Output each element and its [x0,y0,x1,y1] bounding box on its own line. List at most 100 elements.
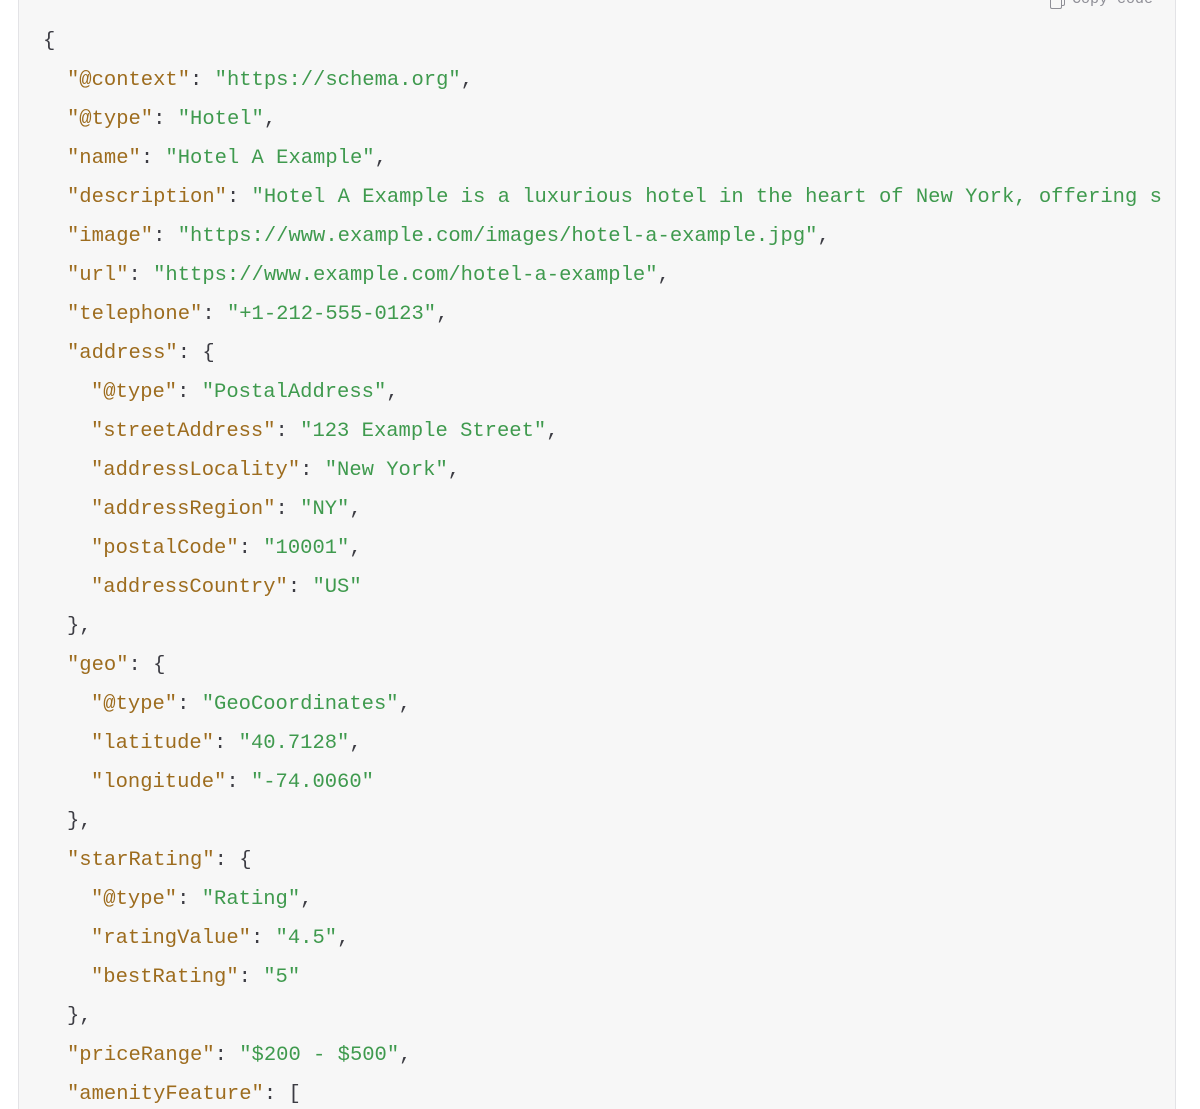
code-token-str: "Hotel A Example" [165,147,375,170]
code-token-punct: , [349,498,362,521]
code-token-punct: : [287,576,313,599]
code-line: "starRating": { [19,841,1175,880]
code-token-key: "addressCountry" [91,576,288,599]
code-token-str: "123 Example Street" [300,420,547,443]
code-token-punct: : [177,381,202,404]
code-token-key: "telephone" [67,303,203,326]
code-token-punct: }, [67,1005,92,1028]
code-token-punct: , [546,420,559,443]
code-token-str: "https://www.example.com/images/hotel-a-… [177,225,818,248]
code-token-punct: : [177,693,202,716]
code-token-punct: , [300,888,313,911]
code-token-punct: { [43,30,56,53]
code-token-punct: , [349,537,362,560]
code-token-punct: , [398,693,411,716]
code-token-key: "amenityFeature" [67,1083,264,1106]
code-token-punct: : [177,888,202,911]
code-token-punct: , [349,732,362,755]
code-token-key: "@context" [67,69,191,92]
code-line: "priceRange": "$200 - $500", [19,1036,1175,1075]
code-token-key: "addressRegion" [91,498,276,521]
code-line: "latitude": "40.7128", [19,724,1175,763]
code-line: "@type": "GeoCoordinates", [19,685,1175,724]
code-line: "name": "Hotel A Example", [19,139,1175,178]
code-token-punct: : [300,459,325,482]
code-token-key: "bestRating" [91,966,239,989]
code-token-str: "New York" [324,459,448,482]
code-token-key: "@type" [91,381,178,404]
code-token-punct: : [153,108,178,131]
code-token-punct: , [817,225,830,248]
code-token-punct: : [214,1044,240,1067]
code-token-str: "40.7128" [238,732,350,755]
code-line: }, [19,802,1175,841]
code-token-punct: : [ [263,1083,301,1106]
code-token-punct: : [275,498,301,521]
code-token-punct: , [263,108,277,131]
code-token-key: "postalCode" [91,537,239,560]
code-token-punct: , [337,927,350,950]
page-root: Copy code {"@context": "https://schema.o… [0,0,1200,1109]
code-token-key: "image" [67,225,154,248]
code-token-str: "https://schema.org" [214,69,461,92]
code-line: }, [19,997,1175,1036]
code-token-key: "longitude" [91,771,227,794]
code-token-str: "5" [263,966,301,989]
code-token-punct: : { [214,849,252,872]
code-token-str: "4.5" [275,927,338,950]
code-line: "streetAddress": "123 Example Street", [19,412,1175,451]
code-scroll-area[interactable]: {"@context": "https://schema.org", "@type… [19,0,1175,1109]
code-line: "address": { [19,334,1175,373]
code-token-punct: , [447,459,461,482]
code-token-punct: , [657,264,670,287]
code-token-str: "$200 - $500" [239,1044,400,1067]
code-line: "geo": { [19,646,1175,685]
code-line: "description": "Hotel A Example is a lux… [19,178,1175,217]
code-token-punct: , [374,147,387,170]
code-token-str: "PostalAddress" [201,381,387,404]
code-token-key: "@type" [67,108,154,131]
code-line: "addressCountry": "US" [19,568,1175,607]
code-token-punct: : [275,420,301,443]
code-token-str: "Hotel" [177,108,264,131]
code-token-str: "10001" [263,537,350,560]
code-token-key: "starRating" [67,849,215,872]
code-token-key: "geo" [67,654,129,677]
code-token-punct: , [436,303,449,326]
code-token-punct: : [153,225,178,248]
code-token-punct: , [386,381,399,404]
code-line: "ratingValue": "4.5", [19,919,1175,958]
code-token-punct: , [399,1044,412,1067]
code-line: "addressLocality": "New York", [19,451,1175,490]
code-token-str: "+1-212-555-0123" [226,303,437,326]
code-line: "@type": "Rating", [19,880,1175,919]
code-token-str: "GeoCoordinates" [201,693,399,716]
code-line: "@type": "PostalAddress", [19,373,1175,412]
code-line: "telephone": "+1-212-555-0123", [19,295,1175,334]
code-token-key: "@type" [91,693,178,716]
code-line: "@context": "https://schema.org", [19,61,1175,100]
code-line: "url": "https://www.example.com/hotel-a-… [19,256,1175,295]
code-line: "image": "https://www.example.com/images… [19,217,1175,256]
code-token-str: "Rating" [201,888,301,911]
code-token-str: "US" [312,576,362,599]
code-line: "addressRegion": "NY", [19,490,1175,529]
code-token-key: "streetAddress" [91,420,276,443]
code-token-key: "priceRange" [67,1044,215,1067]
code-token-key: "latitude" [91,732,215,755]
code-line: }, [19,607,1175,646]
json-code-content: {"@context": "https://schema.org", "@type… [19,0,1175,1109]
code-line: { [19,22,1175,61]
code-token-key: "ratingValue" [91,927,251,950]
code-token-punct: , [460,69,473,92]
code-block-panel: Copy code {"@context": "https://schema.o… [18,0,1176,1109]
code-line: "amenityFeature": [ [19,1075,1175,1109]
code-token-punct: : [238,537,264,560]
code-line: "bestRating": "5" [19,958,1175,997]
code-token-punct: : [128,264,154,287]
code-token-key: "addressLocality" [91,459,301,482]
code-token-str: "-74.0060" [250,771,374,794]
code-token-punct: : { [177,342,215,365]
code-token-punct: }, [67,615,92,638]
code-token-key: "@type" [91,888,178,911]
